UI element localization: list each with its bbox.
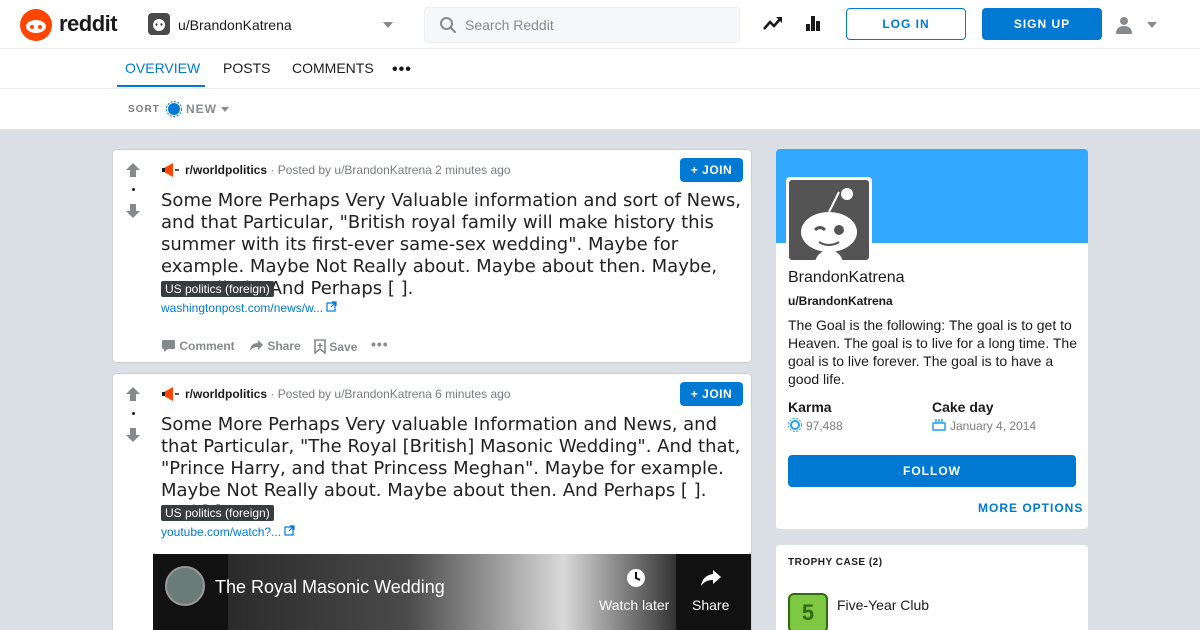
watch-later-label[interactable]: Watch later bbox=[599, 597, 669, 613]
tab-comments[interactable]: COMMENTS bbox=[292, 60, 374, 76]
post-flair[interactable]: US politics (foreign) bbox=[161, 505, 274, 521]
snoo-avatar-icon bbox=[789, 180, 869, 260]
tab-posts[interactable]: POSTS bbox=[223, 60, 270, 76]
post-card[interactable]: r/worldpolitics · Posted by u/BrandonKat… bbox=[112, 373, 752, 630]
share-icon bbox=[250, 340, 263, 351]
save-button[interactable]: Save bbox=[314, 339, 358, 355]
post-card[interactable]: r/worldpolitics · Posted by u/BrandonKat… bbox=[112, 149, 752, 363]
cakeday-label: Cake day bbox=[932, 399, 994, 415]
profile-tabs: OVERVIEW POSTS COMMENTS ••• bbox=[0, 49, 1200, 89]
follow-button[interactable]: FOLLOW bbox=[788, 455, 1076, 487]
subreddit-megaphone-icon[interactable] bbox=[161, 160, 181, 180]
post-link[interactable]: youtube.com/watch?... bbox=[161, 525, 296, 539]
comment-button[interactable]: Comment bbox=[161, 339, 235, 353]
chevron-down-icon bbox=[1147, 22, 1157, 28]
logo-face bbox=[26, 20, 46, 33]
post-link-text: youtube.com/watch?... bbox=[161, 525, 282, 539]
external-link-icon bbox=[284, 525, 296, 536]
active-tab-underline bbox=[117, 85, 205, 87]
profile-display-name: BrandonKatrena bbox=[788, 269, 905, 286]
account-menu[interactable] bbox=[1112, 12, 1164, 38]
join-label: JOIN bbox=[702, 163, 733, 177]
vote-score bbox=[132, 412, 135, 415]
search-input[interactable] bbox=[465, 16, 725, 34]
logo-text[interactable]: reddit bbox=[59, 11, 118, 37]
join-button[interactable]: + JOIN bbox=[680, 158, 743, 182]
video-embed[interactable]: The Royal Masonic Wedding Watch later Sh… bbox=[153, 554, 751, 630]
new-sort-icon bbox=[166, 101, 182, 117]
chevron-down-icon bbox=[221, 107, 229, 112]
karma-value: 97,488 bbox=[806, 419, 843, 433]
bookmark-icon bbox=[314, 339, 326, 355]
sort-bar: SORT NEW bbox=[0, 89, 1200, 129]
channel-avatar[interactable] bbox=[165, 566, 205, 606]
post-byline: · Posted by u/BrandonKatrena 2 minutes a… bbox=[270, 163, 511, 177]
save-label: Save bbox=[329, 340, 358, 354]
top-header: reddit u/BrandonKatrena LOG IN SIGN UP bbox=[0, 0, 1200, 49]
logo-eye bbox=[30, 25, 34, 29]
cake-icon bbox=[932, 419, 946, 431]
profile-bio: The Goal is the following: The goal is t… bbox=[788, 317, 1077, 387]
post-link-text: washingtonpost.com/news/w... bbox=[161, 301, 324, 315]
karma-label: Karma bbox=[788, 399, 832, 415]
post-byline: · Posted by u/BrandonKatrena 6 minutes a… bbox=[270, 387, 511, 401]
cakeday-value: January 4, 2014 bbox=[950, 419, 1037, 433]
share-label: Share bbox=[267, 339, 301, 353]
search-icon bbox=[440, 17, 456, 33]
comment-label: Comment bbox=[179, 339, 235, 353]
karma-icon bbox=[788, 418, 802, 432]
more-tabs-icon[interactable]: ••• bbox=[392, 61, 412, 79]
upvote-icon[interactable] bbox=[125, 162, 141, 178]
signup-button[interactable]: SIGN UP bbox=[982, 8, 1102, 40]
downvote-icon[interactable] bbox=[125, 427, 141, 443]
external-link-icon bbox=[326, 301, 338, 312]
sort-label: SORT bbox=[128, 104, 160, 115]
subreddit-link[interactable]: r/worldpolitics bbox=[185, 387, 267, 401]
profile-avatar[interactable] bbox=[786, 177, 872, 263]
join-label: JOIN bbox=[702, 387, 733, 401]
user-dropdown-label: u/BrandonKatrena bbox=[178, 17, 292, 33]
chevron-down-icon bbox=[383, 22, 393, 28]
comment-icon bbox=[162, 340, 175, 352]
person-icon bbox=[1116, 17, 1132, 34]
sort-dropdown[interactable]: NEW bbox=[186, 102, 217, 116]
share-button[interactable]: Share bbox=[249, 339, 301, 353]
clock-icon[interactable] bbox=[626, 568, 646, 588]
user-avatar-icon bbox=[148, 13, 170, 35]
more-options-icon[interactable]: ••• bbox=[371, 336, 389, 352]
post-flair[interactable]: US politics (foreign) bbox=[161, 281, 274, 297]
search-bar[interactable] bbox=[424, 7, 740, 43]
trophy-name[interactable]: Five-Year Club bbox=[837, 597, 929, 613]
share-icon[interactable] bbox=[700, 568, 722, 588]
join-button[interactable]: + JOIN bbox=[680, 382, 743, 406]
video-title[interactable]: The Royal Masonic Wedding bbox=[215, 577, 445, 598]
subreddit-link[interactable]: r/worldpolitics bbox=[185, 163, 267, 177]
five-year-club-icon[interactable]: 5 bbox=[788, 593, 828, 630]
more-options-button[interactable]: MORE OPTIONS bbox=[978, 501, 1083, 515]
logo-eye bbox=[38, 25, 42, 29]
trophy-case-title: TROPHY CASE (2) bbox=[788, 557, 883, 568]
login-button[interactable]: LOG IN bbox=[846, 8, 966, 40]
stats-icon[interactable] bbox=[804, 14, 822, 32]
trophy-case-card: TROPHY CASE (2) 5 Five-Year Club bbox=[776, 545, 1088, 630]
downvote-icon[interactable] bbox=[125, 203, 141, 219]
post-link[interactable]: washingtonpost.com/news/w... bbox=[161, 301, 338, 315]
user-dropdown[interactable]: u/BrandonKatrena bbox=[146, 8, 402, 42]
tab-overview[interactable]: OVERVIEW bbox=[125, 60, 200, 76]
upvote-icon[interactable] bbox=[125, 386, 141, 402]
profile-username: u/BrandonKatrena bbox=[788, 294, 893, 308]
video-share-label[interactable]: Share bbox=[692, 597, 729, 613]
trending-icon[interactable] bbox=[763, 15, 783, 33]
subreddit-megaphone-icon[interactable] bbox=[161, 384, 181, 404]
vote-score bbox=[132, 188, 135, 191]
reddit-logo-icon[interactable] bbox=[20, 9, 52, 41]
